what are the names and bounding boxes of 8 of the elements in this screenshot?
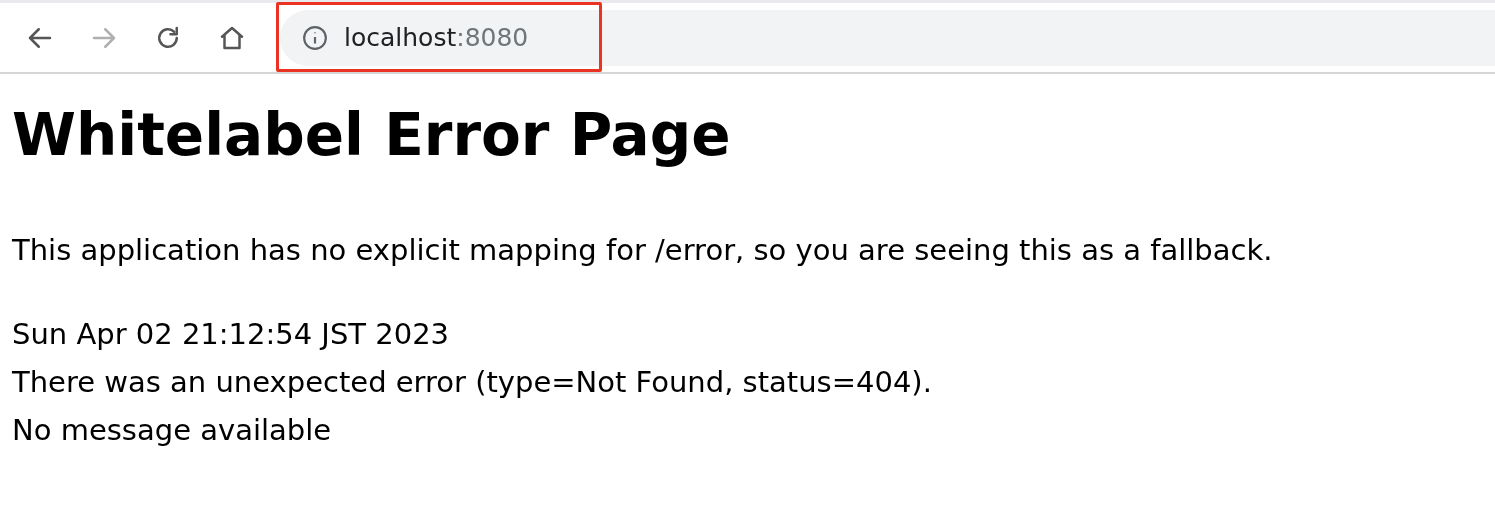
address-bar[interactable]: localhost:8080 <box>280 9 1495 66</box>
detail-line: No message available <box>12 412 333 449</box>
url-text: localhost:8080 <box>344 23 529 52</box>
info-icon <box>302 24 328 51</box>
page-title: Whitelabel Error Page <box>12 100 732 170</box>
detail-line: Sun Apr 02 21:12:54 JST 2023 <box>12 316 451 353</box>
error-message: This application has no explicit mapping for /error, so you are seeing this as a fallback. <box>12 232 1274 268</box>
detail-line: There was an unexpected error (type=Not Found, status=404). <box>12 364 933 401</box>
